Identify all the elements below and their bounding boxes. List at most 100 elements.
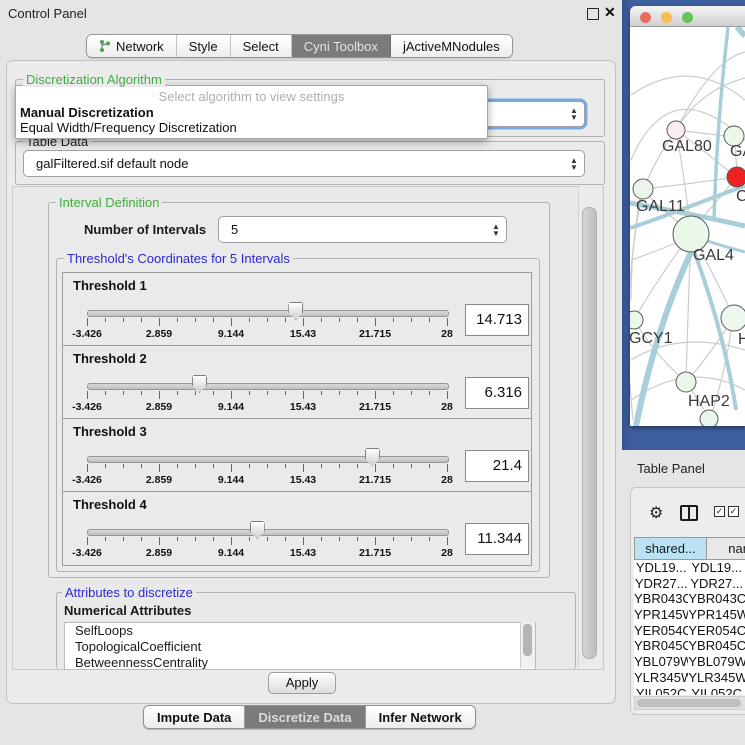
slider-track[interactable] — [87, 383, 449, 390]
cyni-mode-tabs: Impute Data Discretize Data Infer Networ… — [143, 705, 476, 729]
slider-track[interactable] — [87, 529, 449, 536]
column-header-shared-name[interactable]: shared... — [634, 537, 707, 560]
network-node[interactable] — [727, 167, 745, 187]
tab-style[interactable]: Style — [177, 35, 231, 57]
threshold-value-field[interactable]: 14.713 — [465, 304, 529, 336]
list-item[interactable]: TopologicalCoefficient — [65, 639, 535, 655]
tab-discretize-data[interactable]: Discretize Data — [245, 706, 365, 728]
tick-label: 28 — [441, 328, 453, 340]
tick-label: 21.715 — [359, 474, 391, 486]
table-cell-shared-name[interactable]: YBR043C — [634, 591, 688, 607]
slider-tick-labels: -3.4262.8599.14415.4321.71528 — [87, 401, 447, 414]
threshold-panel: Threshold 1 -3.4262.8599.14415.4321.7152… — [63, 273, 531, 346]
table-cell-shared-name[interactable]: YBL079W — [634, 654, 688, 670]
slider-tick-labels: -3.4262.8599.14415.4321.71528 — [87, 547, 447, 560]
settings-scrollbar-thumb[interactable] — [582, 207, 597, 659]
table-cell-shared-name[interactable]: YLR345W — [634, 670, 688, 686]
table-cell-shared-name[interactable]: YDL19... — [634, 560, 688, 576]
numerical-attributes-list: SelfLoops TopologicalCoefficient Between… — [64, 622, 536, 670]
tab-infer-network[interactable]: Infer Network — [366, 706, 475, 728]
tab-cyni-toolbox[interactable]: Cyni Toolbox — [292, 35, 391, 57]
tab-label: Cyni Toolbox — [304, 39, 378, 54]
table-cell-name[interactable]: YPR145W — [688, 607, 745, 623]
checkbox-icon[interactable]: ✓ — [728, 506, 739, 517]
tick-label: -3.426 — [72, 474, 102, 486]
tab-jactivemnodules[interactable]: jActiveMNodules — [391, 35, 512, 57]
table-row[interactable]: YBL079W YBL079W — [634, 654, 745, 670]
slider-ticks — [87, 464, 447, 473]
threshold-panel: Threshold 2 -3.4262.8599.14415.4321.7152… — [63, 346, 531, 419]
tick-label: 15.43 — [290, 547, 316, 559]
table-row[interactable]: YDL19... YDL19... — [634, 560, 745, 576]
table-cell-name[interactable]: YER054C — [688, 623, 745, 639]
table-row[interactable]: YDR27... YDR27... — [634, 576, 745, 592]
table-cell-name[interactable]: YIL052C — [688, 686, 745, 696]
threshold-value-field[interactable]: 21.4 — [465, 450, 529, 482]
table-horizontal-scrollbar[interactable] — [634, 696, 745, 710]
gear-icon[interactable]: ⚙ — [649, 503, 663, 523]
threshold-slider[interactable]: -3.4262.8599.14415.4321.71528 — [63, 492, 531, 565]
network-node[interactable] — [700, 410, 718, 426]
thresholds-title: Threshold's Coordinates for 5 Intervals — [64, 251, 293, 266]
table-cell-name[interactable]: YLR345W — [688, 670, 745, 686]
float-window-icon[interactable] — [587, 8, 599, 20]
checkbox-icon[interactable]: ✓ — [714, 506, 725, 517]
close-traffic-light[interactable] — [640, 12, 651, 23]
table-row[interactable]: YBR043C YBR043C — [634, 591, 745, 607]
network-node[interactable] — [667, 121, 685, 139]
number-of-intervals-select[interactable]: 5 ▲▼ — [218, 216, 507, 243]
table-row[interactable]: YIL052C YIL052C — [634, 686, 745, 696]
control-panel-tabs: Network Style Select Cyni Toolbox jActiv… — [86, 34, 513, 58]
list-item[interactable]: BetweennessCentrality — [65, 655, 535, 670]
tick-label: 2.859 — [146, 474, 172, 486]
network-node[interactable] — [630, 311, 643, 329]
combo-arrows-icon: ▲▼ — [564, 107, 584, 121]
threshold-slider[interactable]: -3.4262.8599.14415.4321.71528 — [63, 273, 531, 345]
network-canvas[interactable]: GAL80GACGAL11GAL4GCY1HHAP2 — [630, 27, 745, 426]
network-node[interactable] — [721, 305, 745, 331]
column-header-name[interactable]: name — [707, 537, 745, 560]
table-cell-name[interactable]: YBL079W — [688, 654, 745, 670]
number-of-intervals-value: 5 — [219, 222, 486, 237]
discretization-algorithm-title: Discretization Algorithm — [23, 72, 165, 87]
apply-button[interactable]: Apply — [268, 672, 336, 694]
table-cell-name[interactable]: YDR27... — [688, 576, 745, 592]
table-cell-shared-name[interactable]: YER054C — [634, 623, 688, 639]
table-row[interactable]: YBR045C YBR045C — [634, 638, 745, 654]
table-data-select[interactable]: galFiltered.sif default node ▲▼ — [23, 150, 585, 177]
threshold-slider[interactable]: -3.4262.8599.14415.4321.71528 — [63, 346, 531, 418]
split-view-icon[interactable] — [680, 505, 698, 521]
list-item[interactable]: SelfLoops — [65, 623, 535, 639]
table-row[interactable]: YPR145W YPR145W — [634, 607, 745, 623]
slider-track[interactable] — [87, 310, 449, 317]
tab-network[interactable]: Network — [87, 35, 177, 57]
table-row[interactable]: YER054C YER054C — [634, 623, 745, 639]
tab-select[interactable]: Select — [231, 35, 292, 57]
table-cell-name[interactable]: YDL19... — [688, 560, 745, 576]
attributes-list-scrollbar[interactable] — [520, 622, 535, 668]
tab-label: Style — [189, 39, 218, 54]
interval-definition-title: Interval Definition — [56, 195, 162, 210]
dropdown-item-equal-width[interactable]: Equal Width/Frequency Discretization — [20, 120, 237, 135]
dropdown-item-manual[interactable]: Manual Discretization — [20, 105, 154, 120]
combo-arrows-icon: ▲▼ — [564, 157, 584, 171]
table-cell-name[interactable]: YBR043C — [688, 591, 745, 607]
zoom-traffic-light[interactable] — [682, 12, 693, 23]
tab-impute-data[interactable]: Impute Data — [144, 706, 245, 728]
threshold-value-field[interactable]: 11.344 — [465, 523, 529, 555]
table-header-row: shared... name — [634, 537, 745, 560]
network-node[interactable] — [676, 372, 696, 392]
table-cell-shared-name[interactable]: YIL052C — [634, 686, 688, 696]
table-cell-shared-name[interactable]: YBR045C — [634, 638, 688, 654]
close-icon[interactable]: ✕ — [604, 4, 616, 21]
table-cell-shared-name[interactable]: YPR145W — [634, 607, 688, 623]
threshold-value-field[interactable]: 6.316 — [465, 377, 529, 409]
table-row[interactable]: YLR345W YLR345W — [634, 670, 745, 686]
minimize-traffic-light[interactable] — [661, 12, 672, 23]
threshold-slider[interactable]: -3.4262.8599.14415.4321.71528 — [63, 419, 531, 491]
slider-track[interactable] — [87, 456, 449, 463]
table-cell-name[interactable]: YBR045C — [688, 638, 745, 654]
network-node[interactable] — [633, 179, 653, 199]
table-cell-shared-name[interactable]: YDR27... — [634, 576, 688, 592]
tick-label: 2.859 — [146, 401, 172, 413]
